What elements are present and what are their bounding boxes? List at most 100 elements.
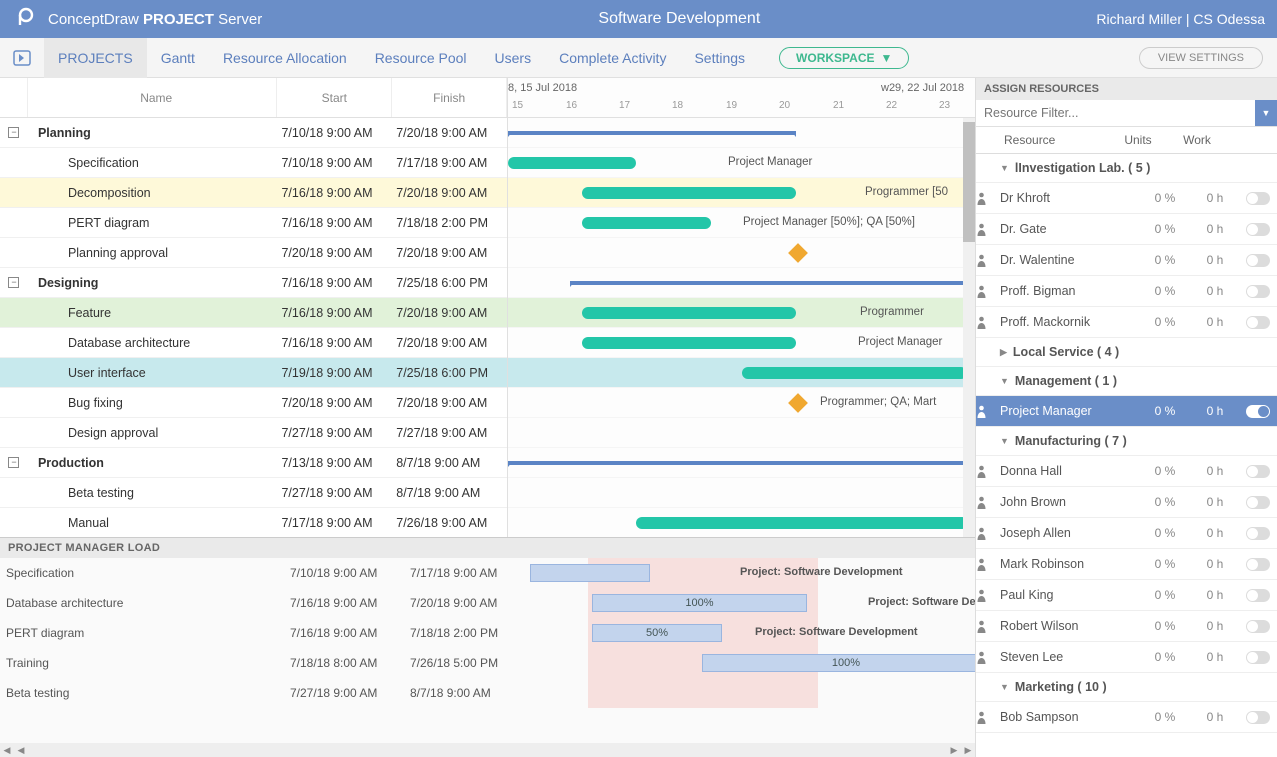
- assign-toggle[interactable]: [1246, 285, 1270, 298]
- day-tick: 17: [619, 100, 630, 111]
- user-info[interactable]: Richard Miller | CS Odessa: [1096, 11, 1265, 27]
- gantt-bar[interactable]: [582, 187, 796, 199]
- resource-work: 0 h: [1191, 404, 1239, 418]
- gantt-row: [508, 508, 975, 537]
- scroll-right-icon[interactable]: ▶: [947, 745, 961, 756]
- assign-toggle[interactable]: [1246, 192, 1270, 205]
- col-header-start: Start: [277, 78, 392, 117]
- load-bar[interactable]: 50%: [592, 624, 722, 642]
- task-row[interactable]: Feature7/16/18 9:00 AM7/20/18 9:00 AM: [0, 298, 507, 328]
- assign-toggle[interactable]: [1246, 620, 1270, 633]
- resource-item[interactable]: Paul King0 %0 h: [976, 580, 1277, 611]
- resource-name: John Brown: [1000, 495, 1139, 509]
- task-start: 7/16/18 9:00 AM: [277, 276, 392, 290]
- task-row[interactable]: −Production7/13/18 9:00 AM8/7/18 9:00 AM: [0, 448, 507, 478]
- gantt-bar[interactable]: [582, 307, 796, 319]
- task-finish: 7/20/18 9:00 AM: [392, 396, 507, 410]
- horizontal-scrollbar[interactable]: ◀ ◀ ▶ ▶: [0, 743, 975, 757]
- task-row[interactable]: Bug fixing7/20/18 9:00 AM7/20/18 9:00 AM: [0, 388, 507, 418]
- resource-group[interactable]: ▼Manufacturing ( 7 ): [976, 427, 1277, 456]
- resource-units: 0 %: [1139, 710, 1191, 724]
- scroll-left-icon[interactable]: ◀: [0, 745, 14, 756]
- resource-group[interactable]: ▶Local Service ( 4 ): [976, 338, 1277, 367]
- task-row[interactable]: Specification7/10/18 9:00 AM7/17/18 9:00…: [0, 148, 507, 178]
- scroll-left-icon-2[interactable]: ◀: [14, 745, 28, 756]
- workspace-button[interactable]: WORKSPACE▼: [779, 47, 909, 69]
- assign-toggle[interactable]: [1246, 527, 1270, 540]
- task-row[interactable]: −Planning7/10/18 9:00 AM7/20/18 9:00 AM: [0, 118, 507, 148]
- resource-item[interactable]: Bob Sampson0 %0 h: [976, 702, 1277, 733]
- vertical-scrollbar[interactable]: [963, 118, 975, 537]
- task-row[interactable]: Design approval7/27/18 9:00 AM7/27/18 9:…: [0, 418, 507, 448]
- resource-item[interactable]: Steven Lee0 %0 h: [976, 642, 1277, 673]
- resource-group[interactable]: ▼Management ( 1 ): [976, 367, 1277, 396]
- chevron-icon: ▼: [1000, 163, 1009, 173]
- assign-toggle[interactable]: [1246, 589, 1270, 602]
- gantt-bar[interactable]: [570, 281, 968, 285]
- tab-users[interactable]: Users: [481, 38, 546, 78]
- resource-item[interactable]: Project Manager0 %0 h: [976, 396, 1277, 427]
- expand-icon[interactable]: −: [8, 457, 19, 468]
- resource-units: 0 %: [1139, 495, 1191, 509]
- load-bar[interactable]: 100%: [592, 594, 807, 612]
- gantt-bar[interactable]: [742, 367, 967, 379]
- resource-group[interactable]: ▼lInvestigation Lab. ( 5 ): [976, 154, 1277, 183]
- tab-projects[interactable]: PROJECTS: [44, 38, 147, 78]
- expand-icon[interactable]: −: [8, 277, 19, 288]
- assign-toggle[interactable]: [1246, 223, 1270, 236]
- resource-name: Proff. Bigman: [1000, 284, 1139, 298]
- tab-settings[interactable]: Settings: [680, 38, 759, 78]
- resource-item[interactable]: Robert Wilson0 %0 h: [976, 611, 1277, 642]
- tab-gantt[interactable]: Gantt: [147, 38, 209, 78]
- task-row[interactable]: −Designing7/16/18 9:00 AM7/25/18 6:00 PM: [0, 268, 507, 298]
- gantt-bar[interactable]: [508, 157, 636, 169]
- tab-resource-allocation[interactable]: Resource Allocation: [209, 38, 361, 78]
- expand-icon[interactable]: −: [8, 127, 19, 138]
- view-settings-button[interactable]: VIEW SETTINGS: [1139, 47, 1263, 69]
- task-row[interactable]: User interface7/19/18 9:00 AM7/25/18 6:0…: [0, 358, 507, 388]
- resource-item[interactable]: Joseph Allen0 %0 h: [976, 518, 1277, 549]
- assign-toggle[interactable]: [1246, 651, 1270, 664]
- resource-item[interactable]: Donna Hall0 %0 h: [976, 456, 1277, 487]
- milestone-icon[interactable]: [788, 393, 808, 413]
- assign-toggle[interactable]: [1246, 316, 1270, 329]
- assign-toggle[interactable]: [1246, 405, 1270, 418]
- sidebar-toggle-icon[interactable]: [6, 42, 38, 74]
- task-start: 7/16/18 9:00 AM: [277, 306, 392, 320]
- assign-toggle[interactable]: [1246, 254, 1270, 267]
- task-start: 7/13/18 9:00 AM: [277, 456, 392, 470]
- resource-item[interactable]: Dr. Gate0 %0 h: [976, 214, 1277, 245]
- tab-complete-activity[interactable]: Complete Activity: [545, 38, 680, 78]
- resource-item[interactable]: Dr Khroft0 %0 h: [976, 183, 1277, 214]
- assign-toggle[interactable]: [1246, 496, 1270, 509]
- assign-toggle[interactable]: [1246, 711, 1270, 724]
- gantt-bar[interactable]: [508, 461, 968, 465]
- task-row[interactable]: Beta testing7/27/18 9:00 AM8/7/18 9:00 A…: [0, 478, 507, 508]
- resource-item[interactable]: Proff. Mackornik0 %0 h: [976, 307, 1277, 338]
- scroll-right-icon-2[interactable]: ▶: [961, 745, 975, 756]
- gantt-bar[interactable]: [582, 337, 796, 349]
- resource-item[interactable]: Proff. Bigman0 %0 h: [976, 276, 1277, 307]
- assign-toggle[interactable]: [1246, 465, 1270, 478]
- gantt-bar[interactable]: [636, 517, 968, 529]
- resource-filter-input[interactable]: [976, 100, 1255, 126]
- filter-dropdown-icon[interactable]: ▼: [1255, 100, 1277, 126]
- resource-item[interactable]: Mark Robinson0 %0 h: [976, 549, 1277, 580]
- load-panel: PROJECT MANAGER LOAD Specification7/10/1…: [0, 537, 975, 757]
- load-bar[interactable]: [530, 564, 650, 582]
- task-row[interactable]: Decomposition7/16/18 9:00 AM7/20/18 9:00…: [0, 178, 507, 208]
- task-row[interactable]: Database architecture7/16/18 9:00 AM7/20…: [0, 328, 507, 358]
- milestone-icon[interactable]: [788, 243, 808, 263]
- resource-item[interactable]: John Brown0 %0 h: [976, 487, 1277, 518]
- assign-toggle[interactable]: [1246, 558, 1270, 571]
- gantt-bar[interactable]: [508, 131, 796, 135]
- gantt-bar-label: Project Manager: [728, 156, 812, 168]
- load-bar[interactable]: 100%: [702, 654, 975, 672]
- resource-item[interactable]: Dr. Walentine0 %0 h: [976, 245, 1277, 276]
- task-row[interactable]: Manual7/17/18 9:00 AM7/26/18 9:00 AM: [0, 508, 507, 537]
- resource-group[interactable]: ▼Marketing ( 10 ): [976, 673, 1277, 702]
- task-row[interactable]: PERT diagram7/16/18 9:00 AM7/18/18 2:00 …: [0, 208, 507, 238]
- task-row[interactable]: Planning approval7/20/18 9:00 AM7/20/18 …: [0, 238, 507, 268]
- tab-resource-pool[interactable]: Resource Pool: [361, 38, 481, 78]
- gantt-bar[interactable]: [582, 217, 711, 229]
